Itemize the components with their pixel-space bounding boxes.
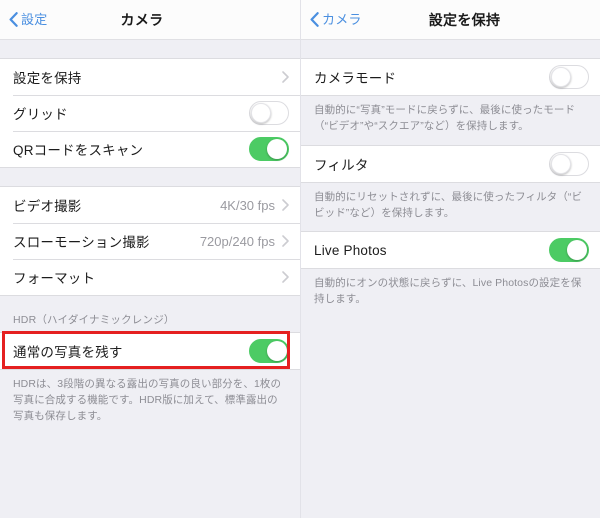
toggle-knob [267, 340, 287, 361]
row-label: 設定を保持 [13, 71, 82, 86]
row-filter[interactable]: フィルタ [301, 145, 600, 182]
right-group-filter: フィルタ [301, 144, 600, 183]
toggle-filter[interactable] [549, 151, 589, 176]
chevron-left-icon [9, 12, 18, 27]
left-panel-camera-settings: 設定 カメラ 設定を保持 グリッド QRコードをスキャン ビデオ撮影 4K/30… [0, 0, 300, 518]
right-group-live-photos: Live Photos [301, 231, 600, 270]
filter-footer: 自動的にリセットされずに、最後に使ったフィルタ（“ビビッド”など）を保持します。 [314, 190, 583, 219]
row-scan-qr-code[interactable]: QRコードをスキャン [0, 131, 300, 167]
row-label: フィルタ [314, 157, 369, 173]
live-photos-footer: 自動的にオンの状態に戻らずに、Live Photosの設定を保持します。 [314, 277, 582, 306]
toggle-knob [551, 153, 571, 174]
row-grid[interactable]: グリッド [0, 95, 300, 131]
left-gap-hdr [0, 296, 300, 314]
row-label: Live Photos [314, 242, 387, 258]
row-record-slo-mo[interactable]: スローモーション撮影 720p/240 fps [0, 223, 300, 259]
left-back-label: 設定 [21, 12, 48, 27]
row-label: スローモーション撮影 [13, 235, 150, 250]
row-record-video[interactable]: ビデオ撮影 4K/30 fps [0, 187, 300, 223]
left-gap-mid [0, 168, 300, 186]
left-settings-group-hdr: 通常の写真を残す [0, 331, 300, 370]
chevron-right-icon [282, 235, 289, 247]
hdr-section-header: HDR（ハイダイナミックレンジ） [13, 314, 175, 326]
row-label: グリッド [13, 107, 68, 122]
chevron-right-icon [282, 71, 289, 83]
row-label: QRコードをスキャン [13, 143, 144, 158]
toggle-keep-normal-photo[interactable] [249, 338, 289, 363]
row-keep-normal-photo[interactable]: 通常の写真を残す [0, 332, 300, 369]
right-panel-preserve-settings: カメラ 設定を保持 カメラモード 自動的に“写真”モードに戻らずに、最後に使った… [300, 0, 600, 518]
right-gap-top [301, 40, 600, 58]
right-navbar: カメラ 設定を保持 [301, 0, 600, 40]
row-label: 通常の写真を残す [13, 344, 123, 360]
right-gap-1 [301, 135, 600, 145]
row-value: 4K/30 fps [220, 197, 275, 213]
toggle-grid[interactable] [249, 101, 289, 125]
dual-screenshot-container: 設定 カメラ 設定を保持 グリッド QRコードをスキャン ビデオ撮影 4K/30… [0, 0, 600, 518]
toggle-scan-qr-code[interactable] [249, 137, 289, 161]
row-camera-mode[interactable]: カメラモード [301, 59, 600, 95]
toggle-knob [551, 67, 571, 87]
chevron-right-icon [282, 199, 289, 211]
camera-mode-footer: 自動的に“写真”モードに戻らずに、最後に使ったモード（“ビデオ”や“スクエア”な… [314, 104, 576, 133]
toggle-knob [567, 240, 587, 261]
hdr-section-footer: HDRは、3段階の異なる露出の写真の良い部分を、1枚の写真に合成する機能です。H… [13, 377, 282, 423]
right-back-label: カメラ [322, 12, 362, 27]
toggle-knob [251, 103, 271, 123]
row-label: フォーマット [13, 271, 96, 286]
right-back-button[interactable]: カメラ [310, 12, 362, 27]
left-settings-group-1: 設定を保持 グリッド QRコードをスキャン [0, 58, 300, 168]
chevron-right-icon [282, 271, 289, 283]
right-group-camera-mode: カメラモード [301, 58, 600, 96]
toggle-live-photos[interactable] [549, 238, 589, 263]
chevron-left-icon [310, 12, 319, 27]
left-navbar: 設定 カメラ [0, 0, 300, 40]
left-back-button[interactable]: 設定 [9, 12, 47, 27]
row-label: カメラモード [314, 71, 397, 86]
row-keep-settings[interactable]: 設定を保持 [0, 59, 300, 95]
toggle-camera-mode[interactable] [549, 65, 589, 89]
toggle-knob [267, 139, 287, 159]
right-gap-2 [301, 221, 600, 231]
row-formats[interactable]: フォーマット [0, 259, 300, 295]
left-gap-top [0, 40, 300, 58]
row-live-photos[interactable]: Live Photos [301, 232, 600, 269]
row-value: 720p/240 fps [199, 233, 275, 249]
left-settings-group-2: ビデオ撮影 4K/30 fps スローモーション撮影 720p/240 fps [0, 186, 300, 296]
row-label: ビデオ撮影 [13, 199, 82, 214]
